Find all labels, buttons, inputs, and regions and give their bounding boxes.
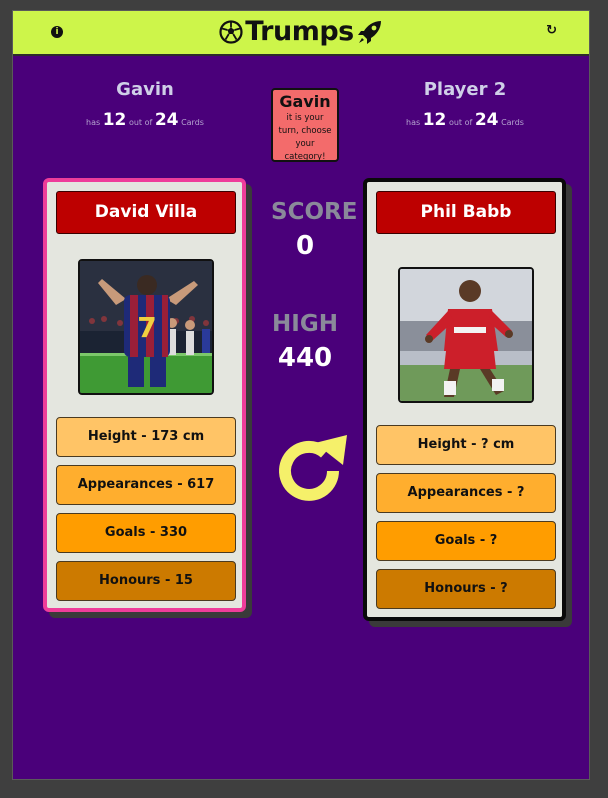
stat-appearances[interactable]: Appearances - 617 (56, 465, 236, 505)
rocket-icon (357, 20, 381, 44)
stat-height[interactable]: Height - 173 cm (56, 417, 236, 457)
high-score-value: 440 (277, 343, 333, 373)
opponent-stat-height: Height - ? cm (376, 425, 556, 465)
stat-goals[interactable]: Goals - 330 (56, 513, 236, 553)
score-panel: SCORE 0 (271, 199, 358, 261)
app-title-text: Trumps (245, 16, 354, 47)
app-title: Trumps (13, 15, 589, 47)
player-card-name: David Villa (56, 191, 236, 234)
refresh-icon[interactable]: ↻ (546, 23, 557, 38)
next-round-icon[interactable] (271, 431, 351, 511)
player1-name: Gavin (116, 79, 174, 100)
opponent-stat-goals: Goals - ? (376, 521, 556, 561)
turn-player-name: Gavin (279, 92, 331, 111)
player2-name: Player 2 (423, 79, 507, 100)
player1-card-count: has 12 out of 24 Cards (86, 110, 204, 130)
player-card-photo: 7 (78, 259, 214, 395)
high-score-panel: HIGH 440 (271, 311, 339, 373)
opponent-card-name: Phil Babb (376, 191, 556, 234)
stat-honours[interactable]: Honours - 15 (56, 561, 236, 601)
turn-message: it is your turn, choose your category! (278, 113, 332, 162)
high-score-label: HIGH (272, 311, 338, 337)
turn-indicator: Gavin it is your turn, choose your categ… (271, 88, 339, 162)
opponent-stat-honours: Honours - ? (376, 569, 556, 609)
player2-card-count: has 12 out of 24 Cards (406, 110, 524, 130)
game-frame: i Trumps ↻ Gavin has 12 out of 24 Cards … (12, 10, 590, 780)
opponent-card: Phil Babb Height - ? cm Appearances - ? … (363, 178, 566, 621)
football-icon (219, 19, 243, 44)
opponent-card-photo (398, 267, 534, 403)
score-label: SCORE (271, 199, 358, 225)
svg-text:7: 7 (137, 311, 156, 344)
player-card: David Villa 7 Height - 173 cm Appearance… (43, 178, 246, 612)
score-value: 0 (295, 231, 315, 261)
opponent-stat-appearances: Appearances - ? (376, 473, 556, 513)
player1-header: Gavin has 12 out of 24 Cards (45, 79, 245, 130)
player2-header: Player 2 has 12 out of 24 Cards (365, 79, 565, 130)
top-bar: i Trumps ↻ (13, 11, 589, 56)
